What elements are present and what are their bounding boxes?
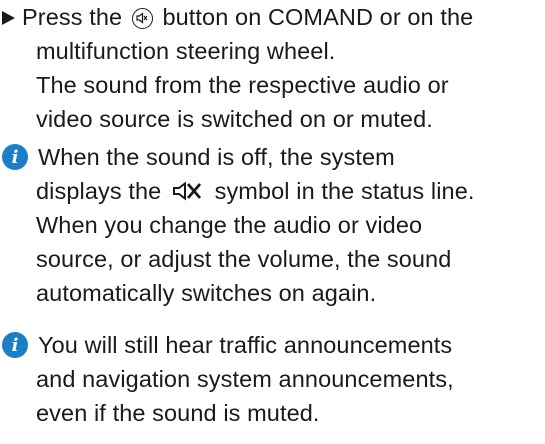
info-icon: i: [2, 144, 28, 170]
mute-status-symbol-icon: [172, 180, 202, 202]
step-arrow-icon: [2, 11, 15, 25]
note1-line-1: When the sound is off, the system: [38, 144, 395, 170]
note2-line-3: even if the sound is muted.: [36, 400, 320, 426]
note1-text-part-2: symbol in the status line.: [214, 178, 475, 204]
mute-button-icon: [131, 8, 153, 29]
step-text-part-1: Press the: [22, 4, 123, 30]
note1-line-5: automatically switches on again.: [36, 280, 377, 306]
step-text-part-2: button on COMAND or on the: [162, 4, 474, 30]
note2-line-1: You will still hear traffic announcement…: [38, 332, 453, 358]
note1-line-4: source, or adjust the volume, the sound: [36, 246, 452, 272]
note1-text-part-1: displays the: [36, 178, 162, 204]
note1-line-3: When you change the audio or video: [36, 212, 423, 238]
info-icon: i: [2, 332, 28, 358]
step-result-line-1: The sound from the respective audio or: [36, 72, 449, 98]
step-line-2: multifunction steering wheel.: [36, 38, 336, 64]
step-line-1: Press the button on COMAND or on the: [22, 0, 473, 34]
step-result-line-2: video source is switched on or muted.: [36, 106, 433, 132]
note1-line-2: displays the symbol in the status line.: [36, 174, 475, 208]
manual-page: Press the button on COMAND or on the mul…: [0, 0, 545, 444]
note2-line-2: and navigation system announcements,: [36, 366, 454, 392]
